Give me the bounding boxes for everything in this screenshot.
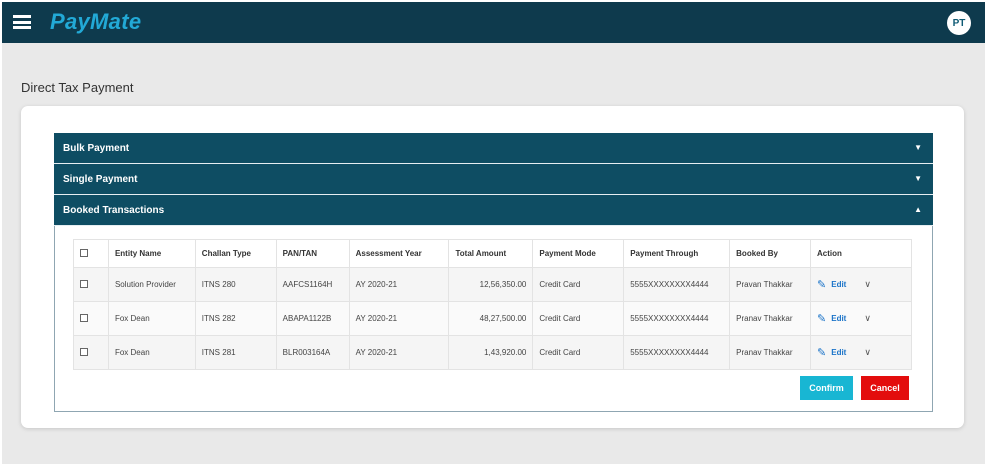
total-amount: 12,56,350.00	[448, 267, 534, 302]
pan-tan: BLR003164A	[275, 335, 350, 370]
row-checkbox[interactable]	[80, 313, 88, 322]
entity-name: Fox Dean	[107, 301, 196, 336]
row-select-cell	[73, 267, 109, 302]
accordion-label: Bulk Payment	[63, 142, 130, 154]
column-header: Challan Type	[194, 239, 277, 268]
payment-mode: Credit Card	[532, 335, 625, 370]
challan-type: ITNS 281	[194, 335, 277, 370]
row-select-cell	[73, 335, 109, 370]
entity-name: Solution Provider	[107, 267, 196, 302]
pan-tan: ABAPA1122B	[275, 301, 350, 336]
action-cell: ✎ Edit ∨	[810, 267, 912, 302]
action-cell: ✎ Edit ∨	[810, 301, 912, 336]
column-header: Booked By	[729, 239, 812, 268]
accordion-bulk-payment[interactable]: Bulk Payment ▼	[54, 133, 933, 164]
top-bar: PayMate PT	[2, 2, 985, 43]
chevron-down-icon[interactable]: ∨	[864, 313, 871, 324]
accordion-single-payment[interactable]: Single Payment ▼	[54, 164, 933, 195]
challan-type: ITNS 280	[194, 267, 277, 302]
chevron-down-icon[interactable]: ∨	[864, 279, 871, 290]
payment-through: 5555XXXXXXXX4444	[623, 267, 731, 302]
payment-through: 5555XXXXXXXX4444	[623, 301, 731, 336]
total-amount: 48,27,500.00	[448, 301, 534, 336]
select-all-cell	[73, 239, 109, 268]
table-row: Solution Provider ITNS 280 AAFCS1164H AY…	[73, 267, 912, 302]
accordion-label: Booked Transactions	[63, 204, 165, 216]
confirm-button[interactable]: Confirm	[800, 376, 853, 400]
row-checkbox[interactable]	[80, 347, 88, 356]
pencil-icon[interactable]: ✎	[817, 346, 826, 359]
edit-link[interactable]: Edit	[831, 314, 846, 323]
total-amount: 1,43,920.00	[448, 335, 534, 370]
accordion-label: Single Payment	[63, 173, 138, 185]
app-logo: PayMate	[50, 9, 142, 34]
accordion-booked-transactions[interactable]: Booked Transactions ▲	[54, 195, 933, 226]
column-header: Assessment Year	[348, 239, 450, 268]
caret-up-icon[interactable]: ▲	[914, 205, 922, 214]
assessment-year: AY 2020-21	[348, 335, 450, 370]
transactions-table: Entity Name Challan Type PAN/TAN Assessm…	[73, 239, 912, 370]
assessment-year: AY 2020-21	[348, 301, 450, 336]
booked-by: Pranav Thakkar	[729, 301, 812, 336]
column-header: Payment Through	[623, 239, 731, 268]
table-row: Fox Dean ITNS 282 ABAPA1122B AY 2020-21 …	[73, 301, 912, 336]
caret-down-icon[interactable]: ▼	[914, 174, 922, 183]
edit-link[interactable]: Edit	[831, 348, 846, 357]
entity-name: Fox Dean	[107, 335, 196, 370]
cancel-button[interactable]: Cancel	[861, 376, 909, 400]
assessment-year: AY 2020-21	[348, 267, 450, 302]
select-all-checkbox[interactable]	[80, 248, 88, 257]
row-checkbox[interactable]	[80, 279, 88, 288]
page-title: Direct Tax Payment	[21, 80, 134, 95]
pencil-icon[interactable]: ✎	[817, 278, 826, 291]
edit-link[interactable]: Edit	[831, 280, 846, 289]
avatar[interactable]: PT	[947, 11, 971, 35]
booked-by: Pranav Thakkar	[729, 335, 812, 370]
table-row: Fox Dean ITNS 281 BLR003164A AY 2020-21 …	[73, 335, 912, 370]
payment-mode: Credit Card	[532, 267, 625, 302]
hamburger-icon[interactable]	[13, 15, 31, 29]
challan-type: ITNS 282	[194, 301, 277, 336]
column-header: Action	[810, 239, 912, 268]
chevron-down-icon[interactable]: ∨	[864, 347, 871, 358]
pan-tan: AAFCS1164H	[275, 267, 350, 302]
pencil-icon[interactable]: ✎	[817, 312, 826, 325]
table-header-row: Entity Name Challan Type PAN/TAN Assessm…	[73, 239, 912, 268]
column-header: PAN/TAN	[275, 239, 350, 268]
column-header: Total Amount	[448, 239, 534, 268]
app-frame: PayMate PT Direct Tax Payment Bulk Payme…	[2, 2, 985, 464]
column-header: Payment Mode	[532, 239, 625, 268]
accordion: Bulk Payment ▼ Single Payment ▼ Booked T…	[54, 133, 933, 412]
column-header: Entity Name	[107, 239, 196, 268]
caret-down-icon[interactable]: ▼	[914, 143, 922, 152]
row-select-cell	[73, 301, 109, 336]
payment-mode: Credit Card	[532, 301, 625, 336]
booked-transactions-panel: Entity Name Challan Type PAN/TAN Assessm…	[54, 226, 933, 412]
content-card: Bulk Payment ▼ Single Payment ▼ Booked T…	[21, 106, 964, 428]
booked-by: Pravan Thakkar	[729, 267, 812, 302]
action-cell: ✎ Edit ∨	[810, 335, 912, 370]
payment-through: 5555XXXXXXXX4444	[623, 335, 731, 370]
